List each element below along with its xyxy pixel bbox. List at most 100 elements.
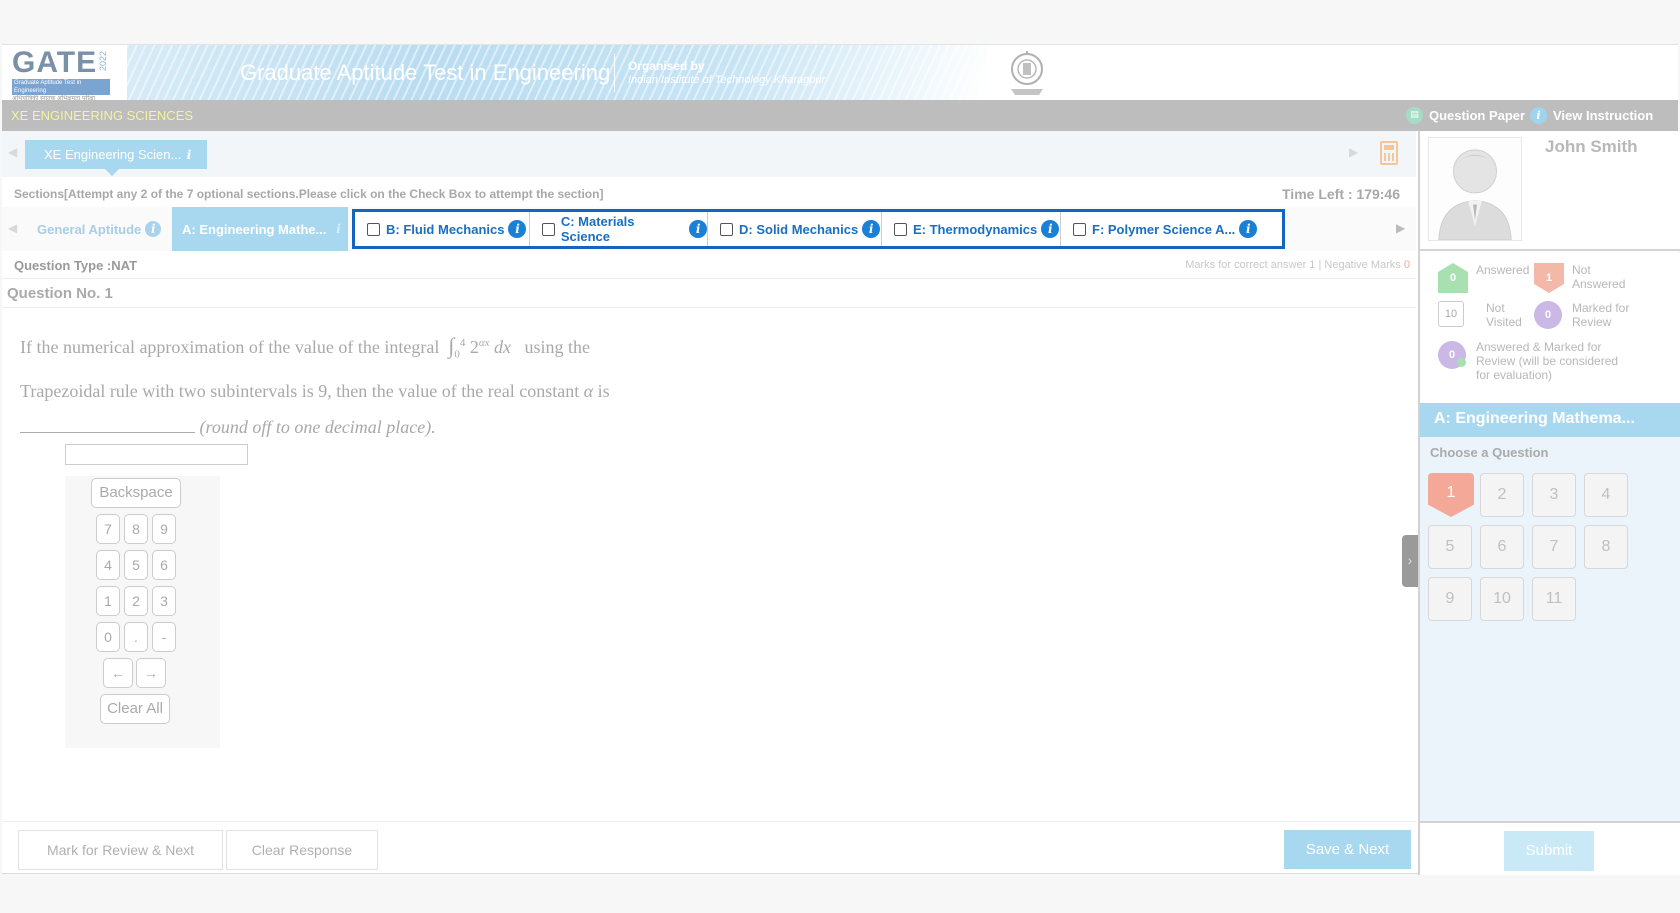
palette-section-title: A: Engineering Mathema... bbox=[1420, 403, 1680, 437]
subject-engineering-mathematics[interactable]: A: Engineering Mathe... i bbox=[172, 207, 348, 251]
question-button-1[interactable]: 1 bbox=[1428, 473, 1474, 517]
key-6[interactable]: 6 bbox=[152, 550, 176, 580]
question-type-row: Question Type :NAT Marks for correct ans… bbox=[2, 251, 1416, 279]
key-1[interactable]: 1 bbox=[96, 586, 120, 616]
answer-input[interactable] bbox=[65, 444, 248, 465]
candidate-profile: John Smith bbox=[1420, 131, 1680, 251]
key-5[interactable]: 5 bbox=[124, 550, 148, 580]
subject-materials-science[interactable]: C: Materials Science i bbox=[530, 212, 708, 246]
organised-by-label: Organised by bbox=[628, 59, 705, 73]
question-paper-icon: ▤ bbox=[1406, 107, 1423, 124]
question-button-10[interactable]: 10 bbox=[1480, 577, 1524, 621]
question-paper-link[interactable]: ▤ Question Paper bbox=[1406, 107, 1525, 124]
key-3[interactable]: 3 bbox=[152, 586, 176, 616]
question-palette: Choose a Question 1 2 3 4 5 6 7 8 9 10 1… bbox=[1420, 437, 1680, 875]
question-button-9[interactable]: 9 bbox=[1428, 577, 1472, 621]
exam-window: GATE 2022 Graduate Aptitude Test in Engi… bbox=[2, 44, 1680, 875]
save-next-button[interactable]: Save & Next bbox=[1284, 830, 1411, 869]
marked-review-label: Marked for Review bbox=[1572, 301, 1630, 329]
marks-info: Marks for correct answer 1 | Negative Ma… bbox=[1185, 259, 1410, 271]
header-banner: GATE 2022 Graduate Aptitude Test in Engi… bbox=[2, 45, 1678, 102]
answered-marked-badge: 0 bbox=[1438, 341, 1466, 369]
subject-label: B: Fluid Mechanics bbox=[386, 221, 505, 237]
section-checkbox[interactable] bbox=[367, 222, 380, 236]
answered-badge: 0 bbox=[1438, 263, 1468, 293]
scroll-left-icon[interactable]: ◀ bbox=[8, 145, 17, 159]
status-legend: 0 Answered 1 Not Answered 10 Not Visited… bbox=[1420, 253, 1680, 403]
info-icon[interactable]: i bbox=[508, 220, 527, 238]
subject-general-aptitude[interactable]: General Aptitude i bbox=[37, 207, 162, 251]
key-7[interactable]: 7 bbox=[96, 514, 120, 544]
view-instruction-label: View Instruction bbox=[1553, 108, 1654, 123]
section-checkbox[interactable] bbox=[1073, 222, 1086, 236]
key-9[interactable]: 9 bbox=[152, 514, 176, 544]
logo-year: 2022 bbox=[98, 51, 108, 72]
answered-marked-label: Answered & Marked for Review (will be co… bbox=[1476, 340, 1619, 382]
section-tabs: ◀ XE Engineering Scien... i ▶ bbox=[2, 131, 1416, 177]
numeric-keypad: Backspace 7 8 9 4 5 6 1 2 3 0 . - ← → Cl… bbox=[65, 476, 220, 748]
subject-polymer-science[interactable]: F: Polymer Science A... i bbox=[1061, 212, 1264, 246]
gate-logo: GATE 2022 Graduate Aptitude Test in Engi… bbox=[12, 48, 116, 102]
time-left: Time Left : 179:46 bbox=[1282, 186, 1401, 202]
view-instruction-link[interactable]: i View Instruction bbox=[1530, 107, 1653, 124]
question-number-row: Question No. 1 bbox=[2, 279, 1416, 308]
question-button-5[interactable]: 5 bbox=[1428, 525, 1472, 569]
info-icon[interactable]: i bbox=[1239, 220, 1258, 238]
mark-for-review-button[interactable]: Mark for Review & Next bbox=[18, 830, 223, 870]
info-icon[interactable]: i bbox=[1041, 220, 1060, 238]
subject-label: General Aptitude bbox=[37, 221, 142, 237]
subject-label: D: Solid Mechanics bbox=[739, 221, 859, 237]
question-button-2[interactable]: 2 bbox=[1480, 473, 1524, 517]
question-button-7[interactable]: 7 bbox=[1532, 525, 1576, 569]
info-icon[interactable]: i bbox=[330, 221, 346, 237]
subject-tabs: ◀ General Aptitude i A: Engineering Math… bbox=[2, 207, 1416, 251]
clear-response-button[interactable]: Clear Response bbox=[226, 830, 378, 870]
section-checkbox[interactable] bbox=[894, 222, 907, 236]
key-0[interactable]: 0 bbox=[96, 622, 120, 652]
organiser-name: Indian Institute of Technology Kharagpur bbox=[628, 74, 826, 86]
iit-emblem-icon bbox=[1011, 51, 1043, 95]
calculator-icon[interactable] bbox=[1380, 141, 1398, 165]
backspace-key[interactable]: Backspace bbox=[91, 478, 181, 508]
scroll-right-icon[interactable]: ▶ bbox=[1349, 145, 1358, 159]
subject-label: F: Polymer Science A... bbox=[1092, 221, 1236, 237]
clear-all-key[interactable]: Clear All bbox=[100, 694, 170, 724]
key-2[interactable]: 2 bbox=[124, 586, 148, 616]
exam-title-bar: XE ENGINEERING SCIENCES ▤ Question Paper… bbox=[2, 100, 1678, 131]
key-decimal[interactable]: . bbox=[124, 622, 148, 652]
subject-solid-mechanics[interactable]: D: Solid Mechanics i bbox=[708, 212, 882, 246]
question-button-6[interactable]: 6 bbox=[1480, 525, 1524, 569]
question-button-3[interactable]: 3 bbox=[1532, 473, 1576, 517]
submit-bar: Submit bbox=[1420, 821, 1680, 875]
tab-xe-engineering-sciences[interactable]: XE Engineering Scien... i bbox=[25, 140, 207, 176]
question-button-8[interactable]: 8 bbox=[1584, 525, 1628, 569]
scroll-right-icon[interactable]: ▶ bbox=[1396, 221, 1405, 235]
info-icon[interactable]: i bbox=[862, 220, 881, 238]
collapse-panel-handle[interactable]: › bbox=[1402, 535, 1418, 587]
info-icon[interactable]: i bbox=[145, 221, 162, 237]
subject-fluid-mechanics[interactable]: B: Fluid Mechanics i bbox=[355, 212, 530, 246]
scroll-left-icon[interactable]: ◀ bbox=[8, 221, 17, 235]
question-line-2: Trapezoidal rule with two subintervals i… bbox=[20, 380, 610, 401]
question-line-1: If the numerical approximation of the va… bbox=[20, 333, 591, 361]
key-4[interactable]: 4 bbox=[96, 550, 120, 580]
info-icon: i bbox=[1530, 107, 1547, 124]
candidate-name: John Smith bbox=[1545, 137, 1638, 156]
cursor-right-key[interactable]: → bbox=[136, 658, 166, 688]
info-icon[interactable]: i bbox=[689, 220, 707, 238]
logo-subtitle: Graduate Aptitude Test in Engineering bbox=[12, 79, 110, 95]
subject-thermodynamics[interactable]: E: Thermodynamics i bbox=[882, 212, 1061, 246]
submit-button[interactable]: Submit bbox=[1504, 831, 1594, 871]
question-button-4[interactable]: 4 bbox=[1584, 473, 1628, 517]
section-checkbox[interactable] bbox=[542, 222, 555, 236]
choose-question-label: Choose a Question bbox=[1430, 445, 1549, 460]
cursor-left-key[interactable]: ← bbox=[103, 658, 133, 688]
key-minus[interactable]: - bbox=[152, 622, 176, 652]
info-icon[interactable]: i bbox=[181, 147, 197, 163]
question-button-11[interactable]: 11 bbox=[1532, 577, 1576, 621]
question-line-3: (round off to one decimal place). bbox=[20, 409, 670, 445]
key-8[interactable]: 8 bbox=[124, 514, 148, 544]
section-checkbox[interactable] bbox=[720, 222, 733, 236]
question-text: If the numerical approximation of the va… bbox=[20, 325, 670, 445]
not-visited-label: Not Visited bbox=[1486, 301, 1522, 329]
